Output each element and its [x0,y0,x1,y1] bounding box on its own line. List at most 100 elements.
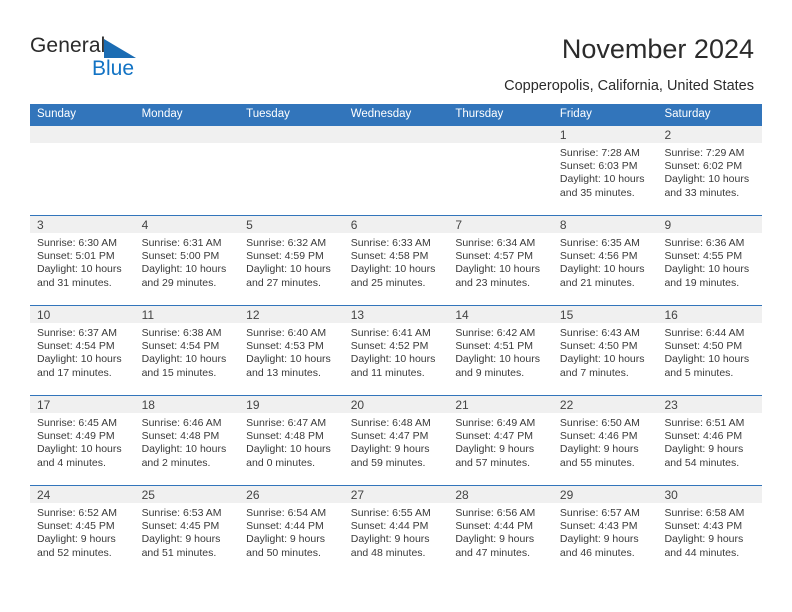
day-number-band: 1 [552,126,658,143]
calendar-day-cell[interactable]: 11 Sunrise: 6:38 AM Sunset: 4:54 PM Dayligh… [134,306,240,395]
weekday-header-thursday: Thursday [455,108,504,120]
weekday-header-wednesday: Wednesday [350,108,412,120]
calendar-day-cell[interactable]: 18 Sunrise: 6:46 AM Sunset: 4:48 PM Dayligh… [134,396,240,485]
sunrise-text: Sunrise: 6:47 AM [246,417,327,429]
sunrise-text: Sunrise: 6:43 AM [559,327,640,339]
day-details: Sunrise: 6:31 AM Sunset: 5:00 PM Daylight:… [135,233,240,290]
day-number-band: 23 [657,396,763,413]
day-number: 7 [455,218,462,232]
sunset-text: Sunset: 4:45 PM [141,520,220,533]
calendar-page: General Blue November 2024 Copperopolis,… [0,0,792,612]
logo-triangle-icon [104,39,136,58]
calendar-day-cell[interactable]: 23 Sunrise: 6:51 AM Sunset: 4:46 PM Dayligh… [657,396,763,485]
calendar-day-cell[interactable]: 15 Sunrise: 6:43 AM Sunset: 4:50 PM Dayligh… [552,306,658,395]
calendar-day-cell[interactable]: 19 Sunrise: 6:47 AM Sunset: 4:48 PM Dayligh… [239,396,344,485]
day-number: 20 [350,398,365,412]
daylight-text-line2: and 35 minutes. [559,186,635,199]
sunset-text: Sunset: 4:50 PM [559,340,638,353]
daylight-text-line1: Daylight: 10 hours [246,443,331,456]
calendar-day-cell[interactable]: 21 Sunrise: 6:49 AM Sunset: 4:47 PM Dayligh… [448,396,553,485]
sunset-text: Sunset: 4:52 PM [350,340,429,353]
calendar-day-cell[interactable]: 13 Sunrise: 6:41 AM Sunset: 4:52 PM Dayligh… [343,306,449,395]
day-details: Sunrise: 6:54 AM Sunset: 4:44 PM Daylight:… [239,503,344,560]
day-number-band: 5 [239,216,344,233]
calendar-day-cell[interactable]: 29 Sunrise: 6:57 AM Sunset: 4:43 PM Dayligh… [552,486,658,575]
calendar-day-cell[interactable]: 26 Sunrise: 6:54 AM Sunset: 4:44 PM Dayligh… [239,486,344,575]
day-number-band [239,126,344,143]
sunset-text: Sunset: 4:44 PM [246,520,324,533]
sunset-text: Sunset: 4:53 PM [246,340,324,353]
sunset-text: Sunset: 4:57 PM [455,250,533,263]
day-number-band: 20 [343,396,449,413]
day-number: 11 [141,308,155,322]
calendar-day-cell[interactable]: 10 Sunrise: 6:37 AM Sunset: 4:54 PM Dayligh… [30,306,135,395]
calendar-day-cell[interactable]: 17 Sunrise: 6:45 AM Sunset: 4:49 PM Dayligh… [30,396,135,485]
daylight-text-line2: and 25 minutes. [350,276,426,289]
calendar-day-cell-empty [30,126,135,215]
day-details: Sunrise: 6:36 AM Sunset: 4:55 PM Daylight:… [657,233,762,290]
daylight-text-line1: Daylight: 10 hours [455,353,540,366]
daylight-text-line1: Daylight: 10 hours [246,353,331,366]
calendar-day-cell[interactable]: 25 Sunrise: 6:53 AM Sunset: 4:45 PM Dayligh… [134,486,240,575]
sunrise-text: Sunrise: 6:38 AM [141,327,222,339]
day-number: 5 [246,218,253,232]
day-details: Sunrise: 6:40 AM Sunset: 4:53 PM Daylight:… [239,323,344,380]
calendar-day-cell[interactable]: 14 Sunrise: 6:42 AM Sunset: 4:51 PM Dayligh… [448,306,553,395]
calendar-day-cell[interactable]: 20 Sunrise: 6:48 AM Sunset: 4:47 PM Dayligh… [343,396,449,485]
calendar-day-cell[interactable]: 22 Sunrise: 6:50 AM Sunset: 4:46 PM Dayligh… [552,396,658,485]
sunset-text: Sunset: 5:01 PM [37,250,115,263]
daylight-text-line1: Daylight: 9 hours [141,533,221,546]
day-details: Sunrise: 6:51 AM Sunset: 4:46 PM Daylight:… [657,413,762,470]
day-number-band: 24 [30,486,135,503]
calendar-day-cell[interactable]: 9 Sunrise: 6:36 AM Sunset: 4:55 PM Daylight… [657,216,763,305]
daylight-text-line1: Daylight: 10 hours [141,443,227,456]
sunrise-text: Sunrise: 6:33 AM [350,237,431,249]
daylight-text-line1: Daylight: 9 hours [350,533,430,546]
calendar-day-cell[interactable]: 2 Sunrise: 7:29 AM Sunset: 6:02 PM Daylight… [657,126,763,215]
calendar-grid: Sunday Monday Tuesday Wednesday Thursday Frid… [30,104,763,575]
day-number: 13 [350,308,365,322]
sunrise-text: Sunrise: 6:52 AM [37,507,117,519]
sunrise-text: Sunrise: 6:45 AM [37,417,117,429]
calendar-day-cell[interactable]: 5 Sunrise: 6:32 AM Sunset: 4:59 PM Daylight… [239,216,344,305]
day-number-band: 4 [134,216,240,233]
calendar-day-cell[interactable]: 16 Sunrise: 6:44 AM Sunset: 4:50 PM Dayligh… [657,306,763,395]
weekday-header-friday: Friday [559,108,592,120]
sunrise-text: Sunrise: 6:42 AM [455,327,536,339]
calendar-day-cell[interactable]: 4 Sunrise: 6:31 AM Sunset: 5:00 PM Daylight… [134,216,240,305]
sunset-text: Sunset: 4:44 PM [350,520,429,533]
sunrise-text: Sunrise: 6:49 AM [455,417,536,429]
page-title: November 2024 [561,34,754,64]
calendar-day-cell[interactable]: 8 Sunrise: 6:35 AM Sunset: 4:56 PM Daylight… [552,216,658,305]
daylight-text-line2: and 33 minutes. [664,186,740,199]
sunset-text: Sunset: 4:45 PM [37,520,115,533]
day-details: Sunrise: 6:43 AM Sunset: 4:50 PM Daylight:… [553,323,658,380]
calendar-day-cell[interactable]: 3 Sunrise: 6:30 AM Sunset: 5:01 PM Daylight… [30,216,135,305]
sunset-text: Sunset: 4:51 PM [455,340,533,353]
weekday-header-saturday: Saturday [664,108,711,120]
day-number: 24 [37,488,51,502]
calendar-day-cell[interactable]: 24 Sunrise: 6:52 AM Sunset: 4:45 PM Dayligh… [30,486,135,575]
calendar-day-cell[interactable]: 6 Sunrise: 6:33 AM Sunset: 4:58 PM Daylight… [343,216,449,305]
sunrise-text: Sunrise: 6:30 AM [37,237,117,249]
day-number: 22 [559,398,574,412]
calendar-weeks: 1 Sunrise: 7:28 AM Sunset: 6:03 PM Daylight… [30,125,763,575]
calendar-day-cell[interactable]: 1 Sunrise: 7:28 AM Sunset: 6:03 PM Daylight… [552,126,658,215]
daylight-text-line2: and 54 minutes. [664,456,740,469]
calendar-day-cell[interactable]: 27 Sunrise: 6:55 AM Sunset: 4:44 PM Dayligh… [343,486,449,575]
sunrise-text: Sunrise: 7:28 AM [559,147,640,159]
daylight-text-line1: Daylight: 9 hours [559,533,639,546]
calendar-day-cell[interactable]: 7 Sunrise: 6:34 AM Sunset: 4:57 PM Daylight… [448,216,553,305]
sunset-text: Sunset: 6:03 PM [559,160,638,173]
day-number: 4 [141,218,149,232]
day-details: Sunrise: 6:55 AM Sunset: 4:44 PM Daylight:… [344,503,449,560]
daylight-text-line2: and 55 minutes. [559,456,635,469]
calendar-day-cell[interactable]: 30 Sunrise: 6:58 AM Sunset: 4:43 PM Dayligh… [657,486,763,575]
day-number-band: 2 [657,126,763,143]
calendar-day-cell[interactable]: 28 Sunrise: 6:56 AM Sunset: 4:44 PM Dayligh… [448,486,553,575]
general-blue-logo[interactable]: General Blue [30,34,170,86]
calendar-week-row: 24 Sunrise: 6:52 AM Sunset: 4:45 PM Dayligh… [30,485,763,575]
calendar-day-cell[interactable]: 12 Sunrise: 6:40 AM Sunset: 4:53 PM Dayligh… [239,306,344,395]
daylight-text-line1: Daylight: 9 hours [455,533,535,546]
day-details: Sunrise: 6:57 AM Sunset: 4:43 PM Daylight:… [553,503,658,560]
